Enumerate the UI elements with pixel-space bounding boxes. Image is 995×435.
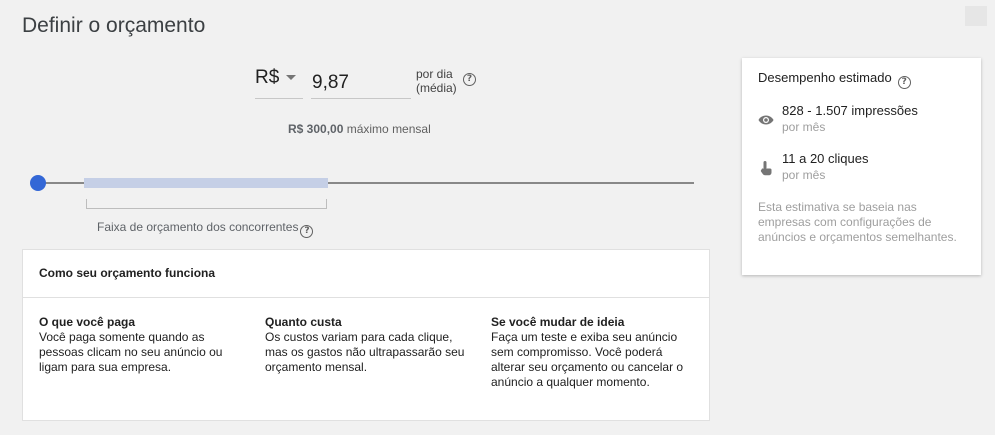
competitor-range-text: Faixa de orçamento dos concorrentes <box>97 220 299 234</box>
eye-icon <box>758 115 774 125</box>
card-title: Como seu orçamento funciona <box>23 250 709 298</box>
how-budget-works-card: Como seu orçamento funciona O que você p… <box>22 249 710 421</box>
touch-icon <box>760 161 772 176</box>
info-text: Faça um teste e exiba seu anúncio sem co… <box>491 330 684 389</box>
metric-sub: por mês <box>782 120 826 134</box>
competitor-range-bracket <box>86 199 327 209</box>
perf-title-text: Desempenho estimado <box>758 70 892 85</box>
monthly-max: R$ 300,00 máximo mensal <box>288 122 431 136</box>
info-column: Quanto custa Os custos variam para cada … <box>265 315 465 375</box>
close-button[interactable] <box>965 6 987 26</box>
help-icon[interactable]: ? <box>300 225 314 238</box>
metric-sub: por mês <box>782 168 826 182</box>
perf-note: Esta estimativa se baseia nas empresas c… <box>758 200 957 244</box>
info-column: Se você mudar de ideia Faça um teste e e… <box>491 315 691 390</box>
perf-title: Desempenho estimado? <box>758 70 911 89</box>
period-label-line1: por dia <box>416 67 453 81</box>
help-icon[interactable]: ? <box>463 73 476 86</box>
info-heading: O que você paga <box>39 315 136 329</box>
currency-select[interactable]: R$ <box>255 64 303 99</box>
info-column: O que você paga Você paga somente quando… <box>39 315 239 375</box>
monthly-max-label: máximo mensal <box>343 122 431 136</box>
chevron-down-icon <box>286 75 296 80</box>
info-text: Os custos variam para cada clique, mas o… <box>265 330 465 374</box>
daily-budget-input[interactable] <box>311 64 411 99</box>
competitor-range-bar <box>84 178 328 188</box>
currency-label: R$ <box>255 67 280 88</box>
info-heading: Se você mudar de ideia <box>491 315 625 329</box>
period-label: por dia (média) <box>416 67 457 95</box>
estimated-performance-card: Desempenho estimado? 828 - 1.507 impress… <box>742 58 981 275</box>
period-label-line2: (média) <box>416 81 457 95</box>
help-icon[interactable]: ? <box>897 76 911 89</box>
metric-value: 11 a 20 cliques <box>782 151 869 166</box>
page-title: Definir o orçamento <box>22 14 206 37</box>
competitor-range-label: Faixa de orçamento dos concorrentes? <box>97 220 314 238</box>
info-text: Você paga somente quando as pessoas clic… <box>39 330 223 374</box>
metric-value: 828 - 1.507 impressões <box>782 103 918 118</box>
info-heading: Quanto custa <box>265 315 342 329</box>
budget-slider-handle[interactable] <box>30 175 46 191</box>
monthly-max-value: R$ 300,00 <box>288 122 344 136</box>
